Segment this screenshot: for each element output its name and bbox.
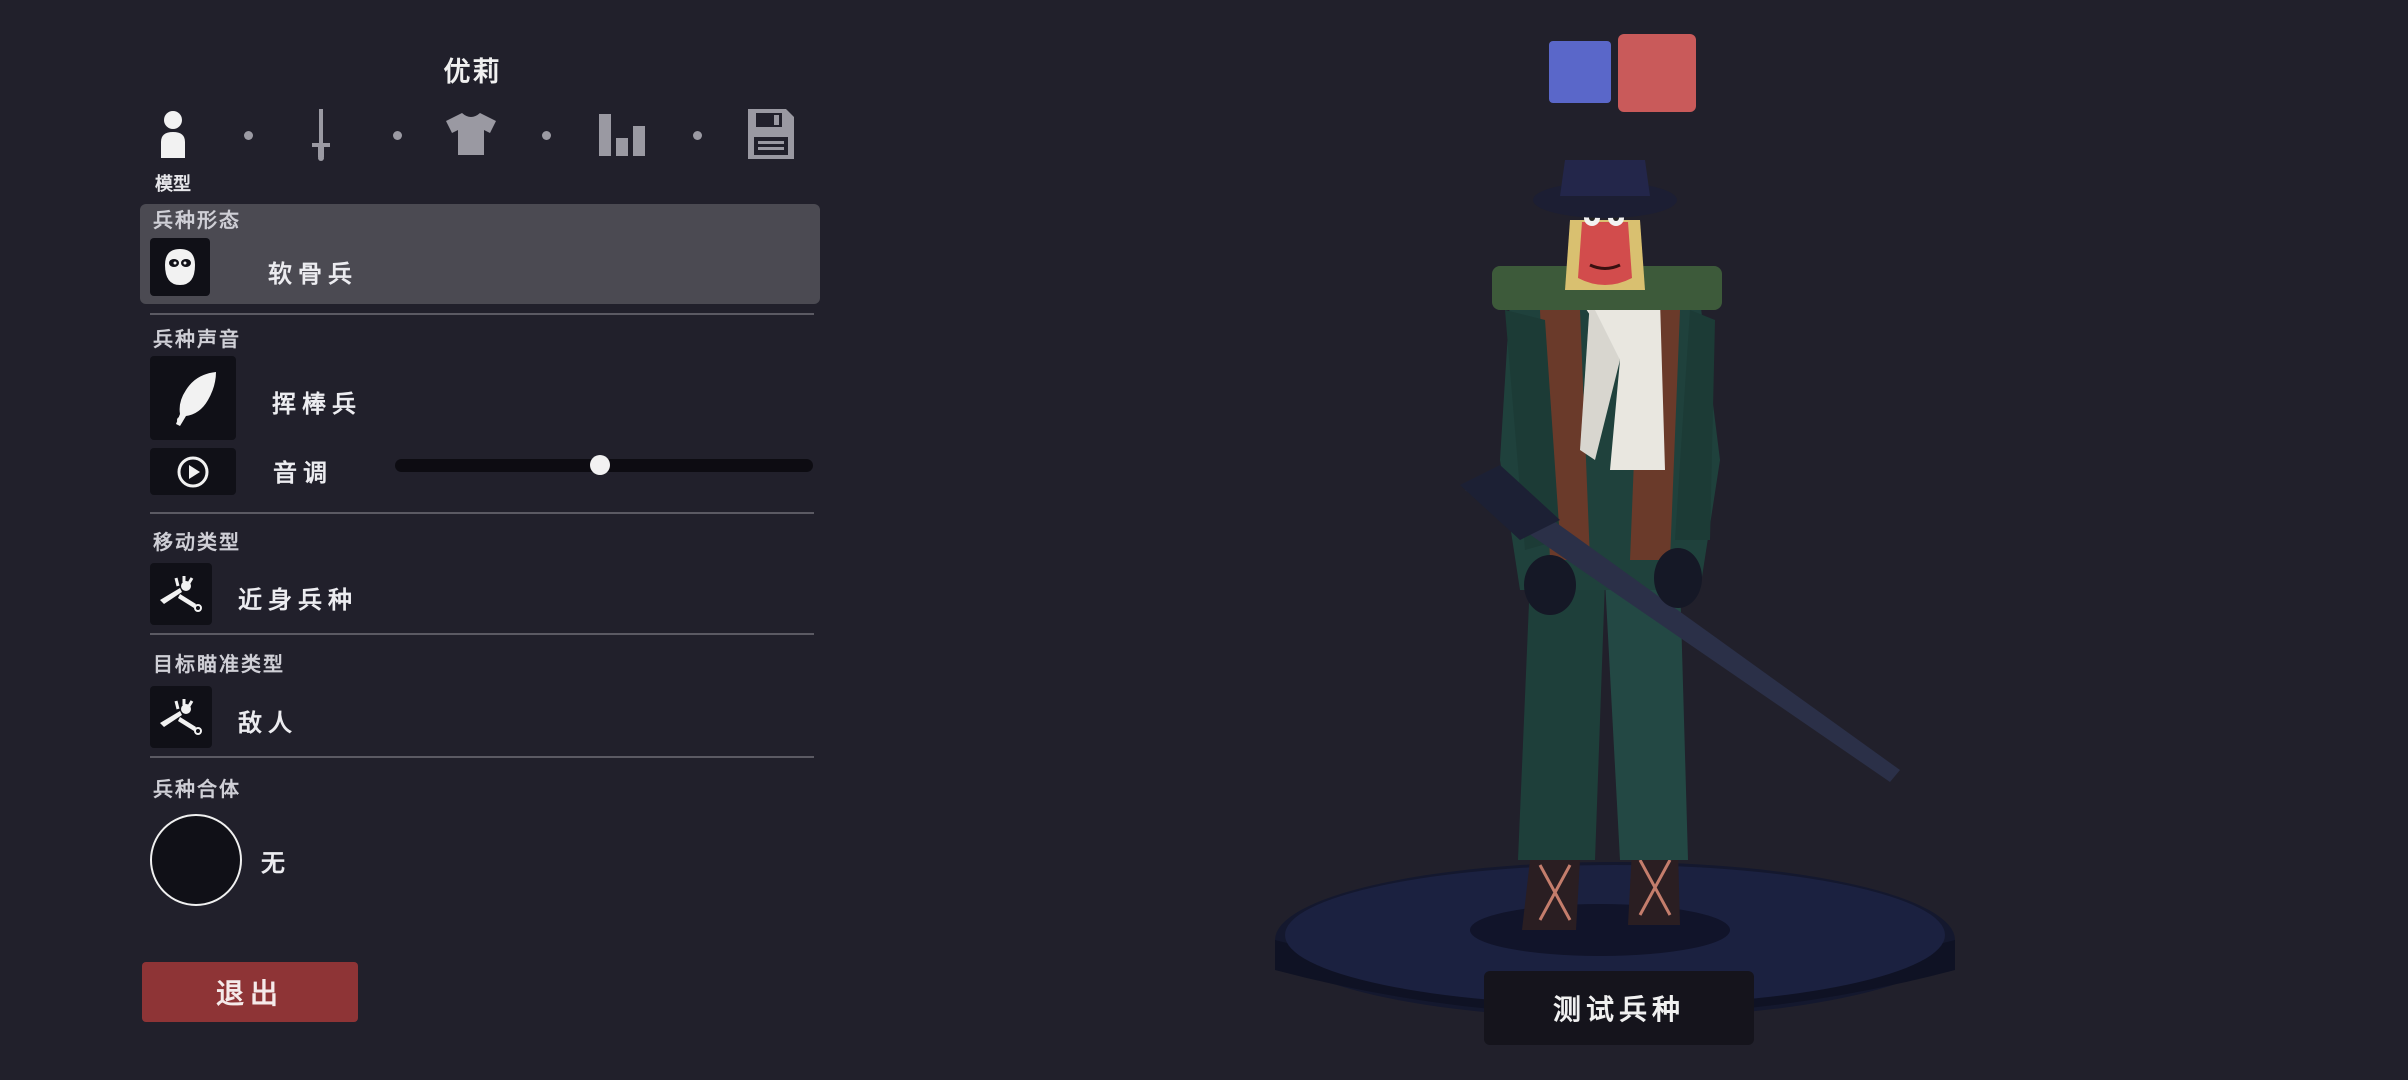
step-separator-dot [693,131,702,140]
unit-combine-value: 无 [261,849,291,877]
team-blue-swatch[interactable] [1549,41,1611,103]
step-active-label: 模型 [155,174,191,195]
step-separator-dot [393,131,402,140]
section-divider [150,313,814,315]
unit-form-row[interactable] [140,204,820,304]
unit-form-icon-box[interactable] [150,238,210,296]
voice-play-button[interactable] [150,448,236,495]
step-separator-dot [542,131,551,140]
shirt-icon [446,113,496,155]
section-divider [150,756,814,758]
bar-chart-icon [599,114,645,156]
team-red-swatch[interactable] [1618,34,1696,112]
unit-form-value: 软骨兵 [268,260,358,288]
step-model-tab[interactable] [150,105,196,163]
section-title-form: 兵种形态 [153,208,241,232]
test-unit-button[interactable]: 测试兵种 [1484,971,1754,1045]
section-title-voice: 兵种声音 [153,327,241,351]
unit-voice-icon-box[interactable] [150,356,236,440]
targeting-type-icon-box[interactable] [150,686,212,748]
unit-voice-value: 挥棒兵 [272,390,362,418]
pitch-slider-thumb[interactable] [590,455,611,475]
lying-figure-icon [160,699,202,735]
pitch-label: 音调 [273,459,333,487]
section-title-combine: 兵种合体 [153,777,241,801]
play-circle-icon [177,456,209,487]
movement-type-icon-box[interactable] [150,563,212,625]
save-icon [748,109,794,159]
section-title-movement: 移动类型 [153,530,241,554]
sword-icon [312,109,330,161]
section-divider [150,512,814,514]
lying-figure-icon [160,576,202,612]
unit-name-title: 优莉 [443,57,502,88]
step-weapon-tab[interactable] [302,105,340,163]
section-divider [150,633,814,635]
step-stats-tab[interactable] [594,105,650,163]
unit-preview-3d-model [1275,160,1955,1018]
exit-button[interactable]: 退出 [142,962,358,1022]
feather-icon [176,372,216,426]
movement-type-value: 近身兵种 [238,586,358,614]
section-title-targeting: 目标瞄准类型 [153,652,285,676]
step-save-tab[interactable] [744,105,798,163]
person-icon [161,111,185,158]
step-clothing-tab[interactable] [440,105,502,163]
step-separator-dot [244,131,253,140]
mask-face-icon [165,249,195,285]
targeting-type-value: 敌人 [238,709,298,737]
unit-combine-slot[interactable] [150,814,242,906]
